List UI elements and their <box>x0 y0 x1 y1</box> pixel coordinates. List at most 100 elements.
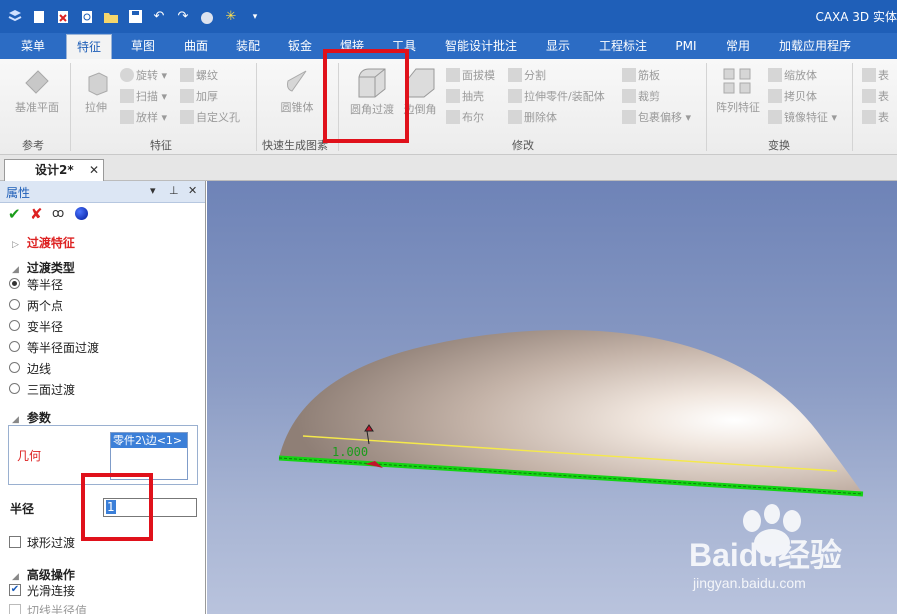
smooth-checkbox[interactable]: ✔ <box>9 584 21 596</box>
radio-three-face[interactable] <box>9 383 20 394</box>
extrude-part-icon <box>508 89 522 103</box>
radio-equal-radius-face[interactable] <box>9 341 20 352</box>
tab-feature[interactable]: 特征 <box>66 34 112 59</box>
delete-body-button[interactable]: 删除体 <box>508 109 557 125</box>
watermark-url: jingyan.baidu.com <box>692 575 806 591</box>
3d-viewport[interactable]: 1.000 Baidu经验 jingyan.baidu.com <box>207 181 897 614</box>
revolve-button[interactable]: 旋转 ▾ <box>120 67 167 83</box>
close-file-icon[interactable] <box>54 8 72 26</box>
thicken-button[interactable]: 加厚 <box>180 88 218 104</box>
advanced-section-header[interactable]: ◢ 高级操作 <box>12 566 75 583</box>
surface-icon <box>862 68 876 82</box>
surface-button-3[interactable]: 表 <box>862 109 889 125</box>
boolean-button[interactable]: 布尔 <box>446 109 484 125</box>
scale-button[interactable]: 缩放体 <box>768 67 817 83</box>
tab-load-apps[interactable]: 加载应用程序 <box>772 33 858 59</box>
radio-two-points[interactable] <box>9 299 20 310</box>
tab-common[interactable]: 常用 <box>717 33 759 59</box>
help-icon[interactable] <box>75 207 88 220</box>
custom-hole-label: 自定义孔 <box>196 111 240 124</box>
expand-icon: ▷ <box>12 240 19 250</box>
pattern-label: 阵列特征 <box>716 101 760 114</box>
extrude-icon <box>88 72 108 96</box>
pattern-icon <box>723 68 751 94</box>
tab-menu[interactable]: 菜单 <box>12 33 54 59</box>
surface-button-2[interactable]: 表 <box>862 88 889 104</box>
sparkle-icon[interactable]: ✳ <box>222 8 240 26</box>
document-tab[interactable]: 设计2* ✕ <box>4 159 104 181</box>
quick-access-dropdown-icon[interactable]: ▾ <box>246 8 264 26</box>
revolve-icon <box>120 68 134 82</box>
cone-button[interactable]: 圆锥体 <box>270 67 324 115</box>
radio-edge[interactable] <box>9 362 20 373</box>
dome-body[interactable] <box>279 330 863 494</box>
tab-assembly[interactable]: 装配 <box>227 33 269 59</box>
tab-sketch[interactable]: 草图 <box>122 33 164 59</box>
ribbon: 基准平面 参考 拉伸 旋转 ▾ 扫描 ▾ 放样 ▾ 螺纹 加厚 自定义孔 特征 … <box>0 59 897 155</box>
pin-icon[interactable]: ⊥ <box>169 184 179 197</box>
type-section-header[interactable]: ◢ 过渡类型 <box>12 259 75 276</box>
rib-button[interactable]: 筋板 <box>622 67 660 83</box>
loft-button[interactable]: 放样 ▾ <box>120 109 167 125</box>
feature-title[interactable]: ▷ 过渡特征 <box>12 234 75 251</box>
redo-icon[interactable]: ↷ <box>174 8 192 26</box>
pattern-button[interactable]: 阵列特征 <box>712 67 764 115</box>
shell-button[interactable]: 抽壳 <box>446 88 484 104</box>
close-icon[interactable]: ✕ <box>188 184 197 197</box>
panel-dropdown-icon[interactable]: ▾ <box>150 184 156 197</box>
close-icon[interactable]: ✕ <box>89 160 99 180</box>
params-section-header[interactable]: ◢ 参数 <box>12 409 51 426</box>
custom-hole-button[interactable]: 自定义孔 <box>180 109 240 125</box>
confirm-icon[interactable]: ✔ <box>8 205 21 223</box>
new-file-icon[interactable] <box>30 8 48 26</box>
wrap-offset-button[interactable]: 包裹偏移 ▾ <box>622 109 691 125</box>
surface-label-2: 表 <box>878 90 889 103</box>
mirror-button[interactable]: 镜像特征 ▾ <box>768 109 837 125</box>
thread-button[interactable]: 螺纹 <box>180 67 218 83</box>
list-item[interactable]: 零件2\边<1> <box>111 433 187 448</box>
copy-body-icon <box>768 89 782 103</box>
tab-sheetmetal[interactable]: 钣金 <box>279 33 321 59</box>
feature-title-label: 过渡特征 <box>26 236 75 250</box>
datum-plane-button[interactable]: 基准平面 <box>8 67 66 115</box>
radio-variable-radius[interactable] <box>9 320 20 331</box>
document-tab-label: 设计2* <box>35 163 74 177</box>
tab-display[interactable]: 显示 <box>537 33 579 59</box>
draft-button[interactable]: 面拔模 <box>446 67 495 83</box>
tab-smart-annotation[interactable]: 智能设计批注 <box>437 33 525 59</box>
panel-title: 属性 <box>6 186 31 200</box>
part-icon[interactable] <box>198 8 216 26</box>
surface-button-1[interactable]: 表 <box>862 67 889 83</box>
collapse-icon: ◢ <box>12 265 19 275</box>
tab-engineering-annotation[interactable]: 工程标注 <box>591 33 655 59</box>
radio-label: 等半径 <box>27 278 64 292</box>
split-button[interactable]: 分割 <box>508 67 546 83</box>
model-canvas: 1.000 Baidu经验 jingyan.baidu.com <box>278 330 864 591</box>
surface-icon <box>862 110 876 124</box>
extrude-button[interactable]: 拉伸 <box>78 67 114 115</box>
cancel-icon[interactable]: ✘ <box>30 205 43 223</box>
tangent-checkbox[interactable] <box>9 604 21 614</box>
copy-body-button[interactable]: 拷贝体 <box>768 88 817 104</box>
revolve-label: 旋转 <box>136 69 158 82</box>
print-preview-icon[interactable] <box>78 8 96 26</box>
surface-label-3: 表 <box>878 111 889 124</box>
save-icon[interactable] <box>126 8 144 26</box>
tab-pmi[interactable]: PMI <box>666 33 706 59</box>
tab-surface[interactable]: 曲面 <box>175 33 217 59</box>
radius-label: 半径 <box>10 502 35 516</box>
preview-glasses-icon[interactable]: ꝏ <box>52 206 64 220</box>
open-folder-icon[interactable] <box>102 8 120 26</box>
radio-equal-radius[interactable] <box>9 278 20 289</box>
spherical-checkbox[interactable] <box>9 536 21 548</box>
menu-bar: 菜单 特征 草图 曲面 装配 钣金 焊接 工具 智能设计批注 显示 工程标注 P… <box>0 33 897 59</box>
sweep-button[interactable]: 扫描 ▾ <box>120 88 167 104</box>
property-panel: 属性 ▾ ⊥ ✕ ✔ ✘ ꝏ ▷ 过渡特征 ◢ 过渡类型 等半径 两个点 变半径 等… <box>0 181 206 614</box>
thread-icon <box>180 68 194 82</box>
boolean-icon <box>446 110 460 124</box>
undo-icon[interactable]: ↶ <box>150 8 168 26</box>
extrude-part-button[interactable]: 拉伸零件/装配体 <box>508 88 605 104</box>
datum-plane-label: 基准平面 <box>15 101 59 114</box>
params-section-label: 参数 <box>26 411 51 425</box>
trim-button[interactable]: 裁剪 <box>622 88 660 104</box>
